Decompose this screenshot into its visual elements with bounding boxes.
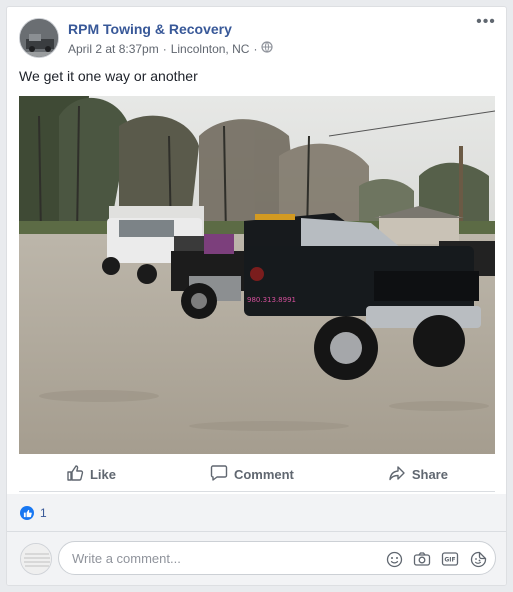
meta-separator: · bbox=[253, 41, 258, 56]
comment-tools: GIF bbox=[383, 548, 489, 570]
post-text: We get it one way or another bbox=[19, 68, 198, 84]
sticker-icon[interactable] bbox=[467, 548, 489, 570]
comment-button[interactable]: Comment bbox=[200, 458, 304, 491]
like-reaction-icon[interactable] bbox=[20, 506, 34, 520]
comment-field[interactable]: GIF bbox=[58, 541, 496, 575]
camera-icon[interactable] bbox=[411, 548, 433, 570]
comment-input[interactable] bbox=[70, 550, 374, 567]
share-button[interactable]: Share bbox=[378, 458, 458, 491]
page-name-link[interactable]: RPM Towing & Recovery bbox=[68, 21, 232, 37]
post-photo[interactable]: 980.313.8991 bbox=[19, 96, 495, 454]
share-label: Share bbox=[411, 466, 448, 482]
post-actions: Like Comment Share bbox=[19, 457, 495, 492]
post-location[interactable]: Lincolnton, NC bbox=[171, 42, 250, 56]
comment-label: Comment bbox=[233, 466, 294, 482]
thumbs-up-icon bbox=[66, 464, 84, 485]
post-date[interactable]: April 2 at 8:37pm bbox=[68, 42, 159, 56]
like-label: Like bbox=[89, 466, 116, 482]
user-avatar bbox=[20, 543, 52, 575]
share-icon bbox=[388, 464, 406, 485]
more-options-icon[interactable]: ••• bbox=[476, 14, 496, 31]
globe-icon[interactable] bbox=[261, 41, 274, 56]
svg-text:GIF: GIF bbox=[444, 557, 455, 564]
like-button[interactable]: Like bbox=[56, 458, 126, 491]
post-card: RPM Towing & Recovery April 2 at 8:37pm … bbox=[6, 6, 507, 586]
post-meta: April 2 at 8:37pm · Lincolnton, NC · bbox=[68, 41, 274, 56]
gif-icon[interactable]: GIF bbox=[439, 548, 461, 570]
emoji-icon[interactable] bbox=[383, 548, 405, 570]
photo-phone-text: 980.313.8991 bbox=[247, 296, 296, 304]
page-avatar[interactable] bbox=[19, 18, 59, 58]
comment-icon bbox=[210, 464, 228, 485]
comment-composer: GIF bbox=[7, 532, 506, 585]
meta-separator: · bbox=[162, 41, 167, 56]
reaction-count[interactable]: 1 bbox=[40, 506, 47, 520]
reactions-bar: 1 bbox=[7, 494, 506, 532]
